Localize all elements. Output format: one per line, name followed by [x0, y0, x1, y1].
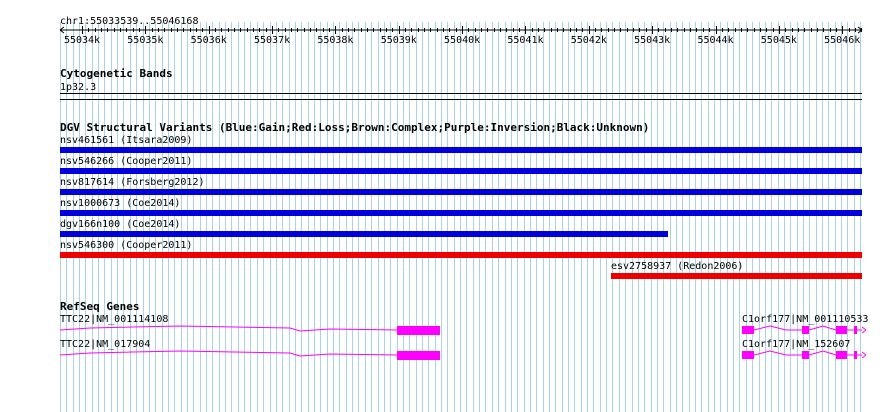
gene-model-ttc22-1[interactable]: [59, 325, 440, 335]
exon: [742, 326, 754, 334]
exon: [397, 326, 440, 335]
exon: [397, 351, 440, 360]
exon: [742, 351, 754, 359]
exon: [854, 351, 857, 359]
gene-model-c1orf177-1[interactable]: [742, 325, 867, 334]
genome-browser-view: chr1:55033539..55046168 55034k 55035k 5503…: [0, 0, 890, 412]
gene-models: [59, 325, 867, 360]
exon: [836, 351, 847, 359]
exon: [854, 326, 857, 334]
gene-model-c1orf177-2[interactable]: [742, 350, 867, 359]
strand-arrow-icon: [861, 351, 867, 359]
exon: [802, 326, 809, 334]
gene-model-ttc22-2[interactable]: [59, 350, 440, 360]
exon: [836, 326, 847, 334]
exon: [802, 351, 809, 359]
strand-arrow-icon: [861, 326, 867, 334]
